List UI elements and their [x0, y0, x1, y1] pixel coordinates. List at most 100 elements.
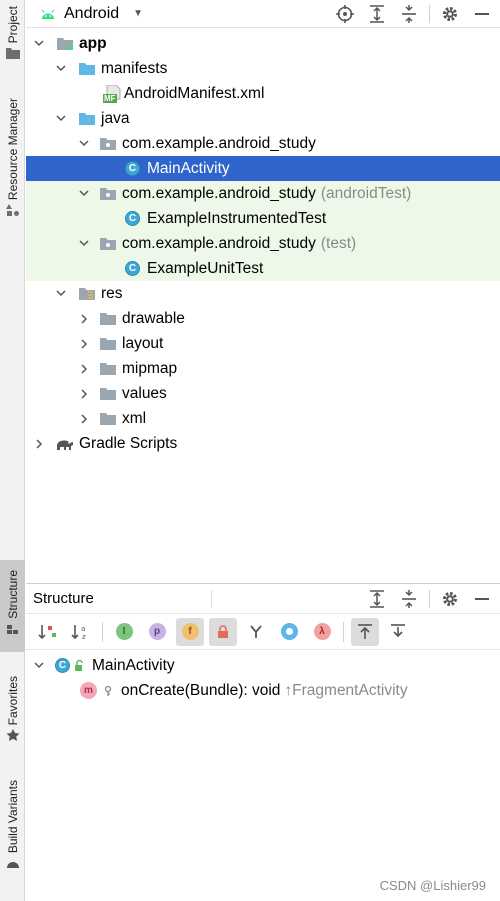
autoscroll-to-source-icon[interactable]	[351, 617, 379, 646]
show-inherited-icon[interactable]: I	[110, 618, 138, 646]
source-set-suffix: (androidTest)	[320, 184, 412, 202]
package-icon	[100, 188, 116, 200]
chevron-down-icon[interactable]	[55, 63, 67, 75]
tree-node-android-manifest[interactable]: MF AndroidManifest.xml	[26, 81, 500, 106]
structure-node-method[interactable]: m onCreate(Bundle): void ↑FragmentActivi…	[26, 678, 500, 703]
chevron-right-icon[interactable]	[33, 438, 45, 450]
chevron-right-icon[interactable]	[78, 413, 90, 425]
chevron-down-icon[interactable]	[78, 138, 90, 150]
tree-node-drawable[interactable]: drawable	[26, 306, 500, 331]
resource-manager-tool-tab[interactable]: Resource Manager	[0, 94, 25, 242]
build-variants-tool-tab[interactable]: Build Variants	[0, 776, 25, 888]
protected-key-icon	[104, 685, 112, 696]
tool-window-strip: Project Resource Manager Structure Favor…	[0, 0, 25, 901]
tree-node-package-android-test[interactable]: com.example.android_study (androidTest)	[26, 181, 500, 206]
tree-node-values[interactable]: values	[26, 381, 500, 406]
tree-node-unit-test[interactable]: C ExampleUnitTest	[26, 256, 500, 281]
tree-label: app	[79, 34, 107, 52]
manifest-badge: MF	[103, 93, 117, 103]
chevron-down-icon[interactable]	[33, 660, 45, 672]
show-non-public-icon[interactable]	[209, 617, 237, 646]
chevron-down-icon[interactable]	[78, 238, 90, 250]
hide-panel-icon[interactable]	[470, 2, 494, 26]
tree-node-app[interactable]: app	[26, 31, 500, 56]
expand-all-icon[interactable]	[365, 2, 389, 26]
folder-icon	[79, 113, 95, 125]
gear-icon[interactable]	[438, 2, 462, 26]
show-lambdas-icon[interactable]: λ	[308, 618, 336, 646]
chevron-down-icon[interactable]	[78, 188, 90, 200]
collapse-all-icon[interactable]	[397, 2, 421, 26]
view-mode-selector[interactable]: Android	[64, 5, 119, 23]
tree-label: Gradle Scripts	[79, 434, 178, 452]
favorites-tool-tab[interactable]: Favorites	[0, 670, 25, 760]
chevron-down-icon[interactable]	[33, 38, 45, 50]
structure-title: Structure	[33, 590, 94, 607]
hide-panel-icon[interactable]	[470, 587, 494, 611]
tree-node-main-activity[interactable]: C MainActivity	[26, 156, 500, 181]
tree-label: com.example.android_study	[122, 184, 316, 202]
tree-label: res	[101, 284, 123, 302]
tree-node-package-main[interactable]: com.example.android_study	[26, 131, 500, 156]
project-toolbar: Android ▼	[26, 0, 500, 28]
tree-node-java[interactable]: java	[26, 106, 500, 131]
collapse-all-icon[interactable]	[397, 587, 421, 611]
show-implementations-icon[interactable]	[242, 618, 270, 646]
chevron-right-icon[interactable]	[78, 363, 90, 375]
tree-node-instrumented-test[interactable]: C ExampleInstrumentedTest	[26, 206, 500, 231]
tree-node-manifests[interactable]: manifests	[26, 56, 500, 81]
gear-icon[interactable]	[438, 587, 462, 611]
chevron-right-icon[interactable]	[78, 338, 90, 350]
tree-node-gradle-scripts[interactable]: Gradle Scripts	[26, 431, 500, 456]
show-fields-icon[interactable]: f	[176, 617, 204, 646]
chevron-down-icon[interactable]	[55, 288, 67, 300]
folder-icon	[5, 48, 20, 60]
chevron-down-icon[interactable]	[55, 113, 67, 125]
tree-node-layout[interactable]: layout	[26, 331, 500, 356]
resource-folder-icon	[79, 288, 95, 300]
sort-alphabetically-icon[interactable]: az	[67, 618, 95, 646]
method-icon: m	[80, 682, 97, 699]
toolbar-divider	[429, 590, 430, 608]
project-tab-label: Project	[5, 6, 20, 44]
chevron-right-icon[interactable]	[78, 388, 90, 400]
package-icon	[100, 138, 116, 150]
structure-method-signature: onCreate(Bundle): void	[121, 681, 281, 699]
expand-all-icon[interactable]	[365, 587, 389, 611]
tree-label: manifests	[101, 59, 168, 77]
toolbar-divider	[102, 621, 103, 642]
android-build-icon	[6, 862, 19, 869]
svg-text:a: a	[81, 625, 85, 633]
tree-label: xml	[122, 409, 147, 427]
tree-node-xml[interactable]: xml	[26, 406, 500, 431]
sort-by-visibility-icon[interactable]	[34, 618, 62, 646]
tree-label: java	[101, 109, 130, 127]
structure-tab-label: Structure	[5, 570, 20, 619]
structure-tool-tab[interactable]: Structure	[0, 560, 25, 652]
structure-class-name: MainActivity	[92, 656, 175, 674]
favorites-tab-label: Favorites	[5, 676, 20, 726]
tree-node-package-test[interactable]: com.example.android_study (test)	[26, 231, 500, 256]
structure-panel: Structure az I p f λ C MainActivity m on…	[26, 583, 500, 901]
show-properties-icon[interactable]: p	[143, 618, 171, 646]
tree-node-res[interactable]: res	[26, 281, 500, 306]
show-anonymous-classes-icon[interactable]	[275, 618, 303, 646]
chevron-right-icon[interactable]	[78, 313, 90, 325]
tree-label: drawable	[122, 309, 185, 327]
watermark: CSDN @Lishier99	[379, 878, 486, 893]
project-tool-tab[interactable]: Project	[0, 0, 25, 78]
manifest-file-icon: MF	[103, 84, 121, 103]
source-set-suffix: (test)	[320, 234, 357, 252]
structure-node-class[interactable]: C MainActivity	[26, 653, 500, 678]
folder-icon	[100, 413, 116, 425]
svg-text:z: z	[82, 633, 86, 641]
chevron-down-icon[interactable]: ▼	[133, 8, 143, 19]
folder-icon	[79, 63, 95, 75]
structure-toolbar: az I p f λ	[26, 614, 500, 650]
locate-file-icon[interactable]	[333, 2, 357, 26]
tree-node-mipmap[interactable]: mipmap	[26, 356, 500, 381]
autoscroll-from-source-icon[interactable]	[384, 618, 412, 646]
tree-label: ExampleInstrumentedTest	[147, 209, 327, 227]
tree-label: layout	[122, 334, 164, 352]
tree-label: com.example.android_study	[122, 134, 316, 152]
